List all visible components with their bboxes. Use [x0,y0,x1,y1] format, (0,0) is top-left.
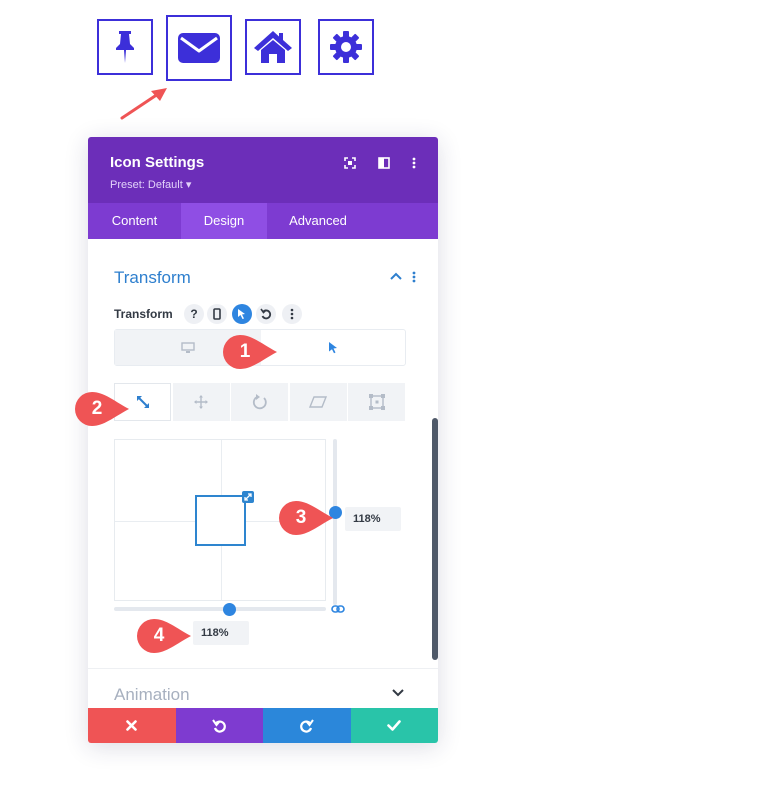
chevron-up-icon[interactable] [390,271,402,281]
link-icon[interactable] [331,604,345,614]
resize-handle-icon[interactable] [242,491,254,503]
callout-number: 2 [91,398,103,419]
chevron-down-icon[interactable] [392,689,404,697]
section-title-animation[interactable]: Animation [114,685,190,705]
undo-button[interactable] [175,708,263,743]
panel-header: Icon Settings Preset: Default ▾ [88,137,438,203]
help-icon[interactable]: ? [184,304,204,324]
callout-number: 3 [295,507,307,528]
thumbtack-icon [116,31,134,63]
redo-button[interactable] [263,708,351,743]
panel-scrollbar[interactable] [432,418,438,660]
panel-footer [88,708,438,743]
hover-cursor-icon[interactable] [232,304,252,324]
callout-marker-2: 2 [74,391,130,427]
scale-x-slider-track[interactable] [114,607,326,611]
home-icon [254,31,292,63]
option-more-icon[interactable] [282,304,302,324]
scale-preview-square[interactable] [195,491,254,546]
split-view-icon[interactable] [376,155,392,171]
gear-icon-box[interactable] [318,19,374,75]
desktop-icon [181,341,195,353]
tool-skew[interactable] [289,383,347,421]
redo-icon [299,718,314,733]
tool-translate[interactable] [172,383,230,421]
tab-advanced[interactable]: Advanced [267,203,369,239]
checkmark-icon [387,720,402,731]
scale-x-input[interactable]: 118% [193,621,249,645]
callout-number: 4 [153,625,165,646]
scale-x-slider-knob[interactable] [223,603,236,616]
tool-origin[interactable] [348,383,405,421]
origin-icon [368,394,385,410]
section-divider [88,668,438,669]
callout-marker-1: 1 [222,334,278,370]
tab-design[interactable]: Design [181,203,267,239]
gear-icon [330,31,362,63]
close-icon [126,720,138,731]
cursor-icon [329,342,337,354]
option-label: Transform [114,307,173,321]
callout-number: 1 [239,341,251,362]
section-more-icon[interactable] [412,271,416,283]
scale-y-input[interactable]: 118% [345,507,401,531]
pointer-arrow [120,88,167,120]
more-icon[interactable] [406,155,422,171]
envelope-icon [178,33,220,63]
callout-marker-4: 4 [136,618,192,654]
section-title-transform[interactable]: Transform [114,268,191,288]
panel-title: Icon Settings [110,154,205,171]
tab-content[interactable]: Content [88,203,181,239]
tool-rotate[interactable] [231,383,288,421]
undo-icon [212,718,227,733]
reset-icon[interactable] [256,304,276,324]
state-tab-hover[interactable] [261,330,405,365]
rotate-icon [252,394,267,410]
preset-selector[interactable]: Preset: Default ▾ [110,178,191,191]
save-button[interactable] [350,708,438,743]
skew-icon [309,396,327,408]
envelope-icon-box[interactable] [166,15,232,81]
fullscreen-icon[interactable] [342,155,358,171]
transform-tool-tabs [114,383,406,421]
panel-tabs: Content Design Advanced [88,203,438,239]
scale-icon [136,396,149,408]
callout-marker-3: 3 [278,500,334,536]
mobile-icon[interactable] [207,304,227,324]
cancel-button[interactable] [88,708,176,743]
move-icon [194,395,208,409]
home-icon-box[interactable] [245,19,301,75]
thumbtack-icon-box[interactable] [97,19,153,75]
